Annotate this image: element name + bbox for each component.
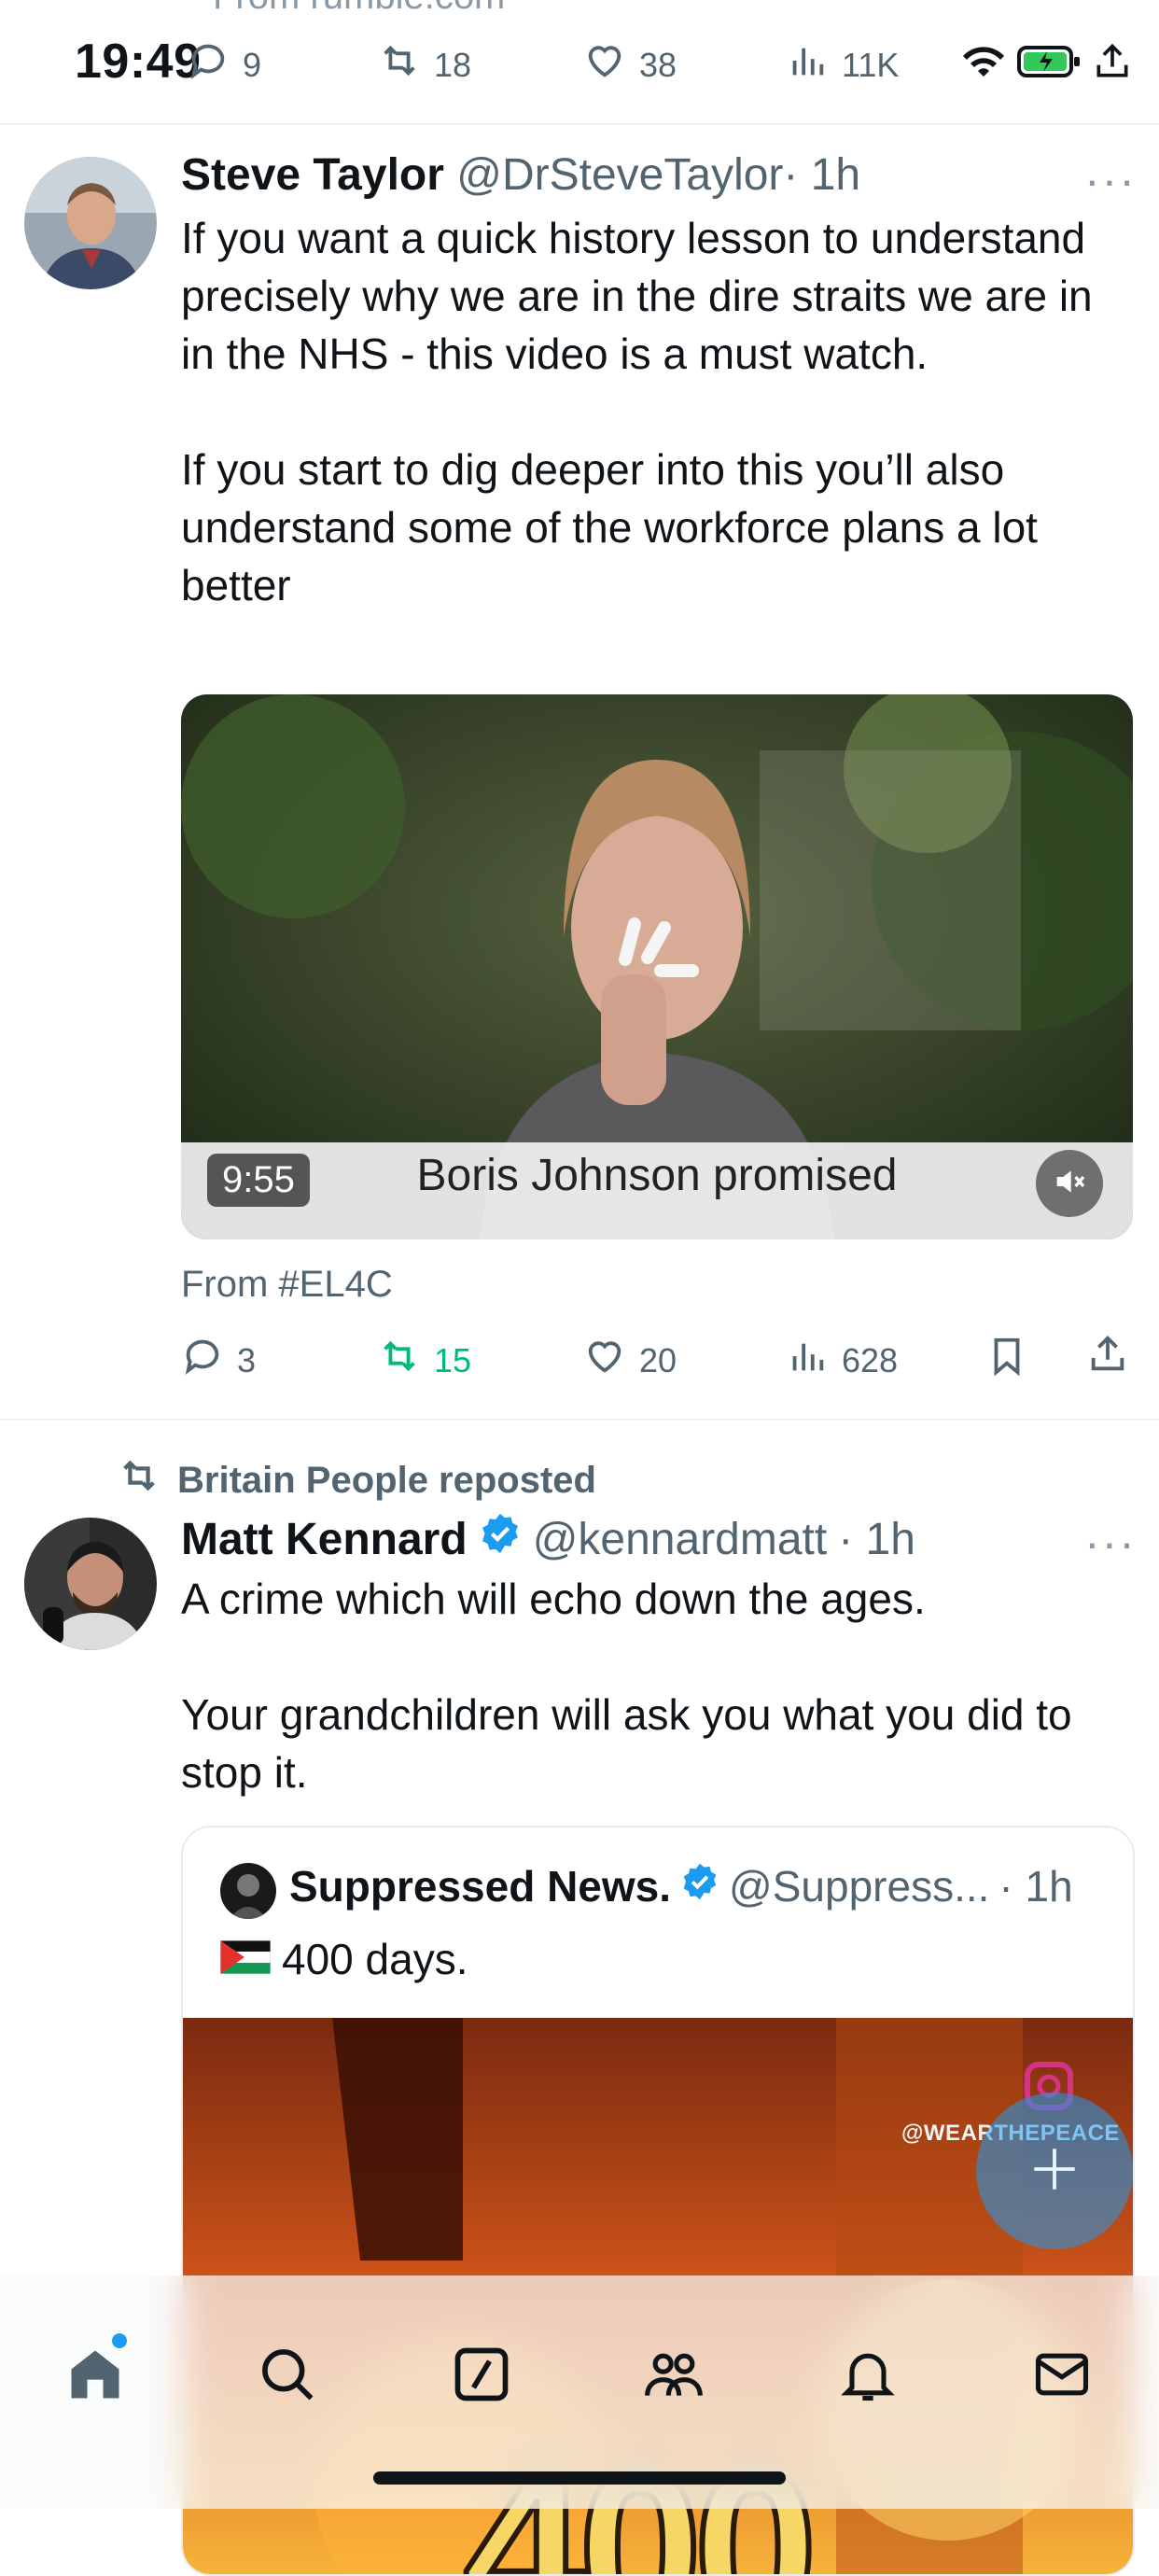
quote-text-row: 400 days.: [219, 1934, 468, 1984]
divider: [0, 1419, 1159, 1421]
bookmark-icon: [985, 1335, 1028, 1386]
palestine-flag-icon: [219, 1934, 272, 1984]
repost-count: 18: [434, 45, 472, 84]
repost-indicator: Britain People reposted: [118, 1454, 596, 1506]
like-count: 38: [639, 45, 677, 84]
repost-icon: [378, 39, 421, 91]
mute-icon: [1051, 1163, 1088, 1205]
divider: [0, 123, 1159, 125]
author-name[interactable]: Matt Kennard: [181, 1514, 468, 1565]
quote-author-name[interactable]: Suppressed News.: [289, 1861, 671, 1911]
quote-header: Suppressed News. @Suppress... · 1h: [289, 1861, 1073, 1911]
quote-text: 400 days.: [282, 1935, 468, 1983]
tweet-header: Matt Kennard @kennardmatt · 1h: [181, 1512, 915, 1566]
avatar[interactable]: [24, 1518, 157, 1650]
repost-count: 15: [434, 1340, 472, 1379]
views-count: 11K: [842, 45, 900, 84]
system-icons: [959, 41, 1133, 87]
tweet-time: · 1h: [838, 1514, 915, 1564]
share-icon[interactable]: [1092, 41, 1133, 87]
repost-button[interactable]: 15: [378, 1335, 471, 1386]
views-icon: [786, 1335, 829, 1386]
search-icon: [256, 2349, 319, 2410]
heart-icon: [583, 1335, 626, 1386]
quote-avatar[interactable]: [220, 1863, 276, 1919]
plus-icon: [1027, 2142, 1082, 2201]
grok-icon: [450, 2347, 513, 2410]
author-name[interactable]: Steve Taylor: [181, 150, 444, 200]
share-icon: [1086, 1333, 1129, 1384]
like-button[interactable]: 38: [583, 39, 677, 91]
messages-icon: [1030, 2353, 1094, 2410]
status-time: 19:49: [75, 35, 202, 89]
top-source-label: From rumble.com: [213, 0, 505, 18]
battery-icon: [1017, 44, 1082, 84]
wifi-icon: [959, 43, 1008, 85]
share-button[interactable]: [1086, 1333, 1129, 1384]
home-indicator: [373, 2471, 786, 2485]
reply-button[interactable]: 3: [181, 1335, 256, 1386]
notifications-icon: [836, 2353, 900, 2410]
nav-notifications[interactable]: [836, 2343, 900, 2411]
views-button[interactable]: 628: [786, 1335, 898, 1386]
author-handle[interactable]: @kennardmatt: [533, 1514, 828, 1565]
author-handle[interactable]: @DrSteveTaylor: [456, 150, 783, 200]
nav-grok[interactable]: [450, 2343, 513, 2411]
reply-count: 9: [243, 45, 262, 84]
bottom-nav: [0, 2275, 1159, 2509]
notification-dot: [112, 2333, 127, 2348]
like-count: 20: [639, 1340, 677, 1379]
communities-icon: [642, 2353, 705, 2410]
views-button[interactable]: 11K: [786, 39, 899, 91]
compose-button[interactable]: [976, 2093, 1133, 2249]
video-player[interactable]: 9:55 Boris Johnson promised: [181, 694, 1133, 1239]
tweet-text: If you want a quick history lesson to un…: [181, 214, 1093, 609]
repost-icon: [378, 1335, 421, 1386]
nav-communities[interactable]: [642, 2343, 705, 2411]
nav-home[interactable]: [63, 2333, 127, 2411]
tweet-text: A crime which will echo down the ages. Y…: [181, 1575, 1072, 1797]
more-options-icon[interactable]: ···: [1084, 153, 1137, 207]
views-count: 628: [842, 1340, 899, 1379]
reply-count: 3: [237, 1340, 257, 1379]
tweet-time: · 1h: [783, 150, 861, 200]
status-bar: From rumble.com 19:49 9 18 38 11K: [0, 0, 1159, 123]
quote-author-handle[interactable]: @Suppress...: [729, 1861, 989, 1911]
reply-icon: [181, 1335, 224, 1386]
heart-icon: [583, 39, 626, 91]
repost-icon: [118, 1454, 161, 1506]
nav-search[interactable]: [256, 2343, 319, 2411]
verified-badge-icon: [680, 1861, 719, 1911]
home-icon: [63, 2350, 127, 2410]
repost-button[interactable]: 18: [378, 39, 471, 91]
reply-button[interactable]: 9: [187, 39, 261, 91]
reply-icon: [187, 39, 230, 91]
repost-label[interactable]: Britain People reposted: [177, 1460, 596, 1502]
avatar[interactable]: [24, 157, 157, 289]
verified-badge-icon: [479, 1512, 522, 1566]
media-source-label[interactable]: From #EL4C: [181, 1264, 393, 1306]
tweet-header: Steve Taylor @DrSteveTaylor· 1h: [181, 149, 860, 201]
nav-messages[interactable]: [1030, 2343, 1094, 2411]
like-button[interactable]: 20: [583, 1335, 677, 1386]
quote-tweet-time: · 1h: [998, 1862, 1073, 1911]
bookmark-button[interactable]: [985, 1335, 1028, 1386]
views-icon: [786, 39, 829, 91]
mute-button[interactable]: [1036, 1150, 1103, 1217]
video-caption: Boris Johnson promised: [416, 1151, 898, 1200]
more-options-icon[interactable]: ···: [1084, 1516, 1137, 1570]
